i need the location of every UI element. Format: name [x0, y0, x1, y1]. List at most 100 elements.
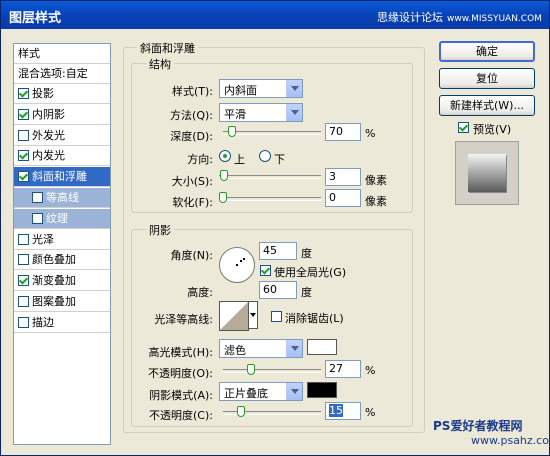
preview-checkbox[interactable] [458, 122, 469, 133]
direction-label: 方向: [187, 153, 213, 166]
angle-input[interactable]: 45 [259, 242, 297, 260]
style-checkbox[interactable] [32, 192, 43, 203]
method-label: 方法(Q): [170, 109, 213, 122]
ok-button[interactable]: 确定 [439, 41, 535, 62]
soften-input[interactable]: 0 [325, 189, 361, 207]
shadow-mode-value: 正片叠底 [224, 387, 268, 400]
style-list-item[interactable]: 内发光 [14, 146, 110, 167]
style-checkbox[interactable] [18, 108, 29, 120]
new-style-button[interactable]: 新建样式(W)... [439, 95, 535, 116]
highlight-opacity-thumb[interactable] [247, 364, 255, 375]
soften-unit: 像素 [365, 195, 387, 208]
size-label: 大小(S): [171, 175, 213, 188]
style-list-item-label: 外发光 [32, 128, 65, 142]
style-list-item-label: 斜面和浮雕 [32, 170, 87, 184]
style-list-header[interactable]: 样式 [14, 44, 110, 64]
method-select[interactable]: 平滑 [219, 103, 303, 122]
shading-title: 阴影 [146, 222, 174, 238]
blend-options-item[interactable]: 混合选项:自定 [14, 64, 110, 84]
global-light-checkbox[interactable] [260, 265, 271, 276]
style-checkbox[interactable] [18, 296, 29, 307]
antialias-checkbox[interactable] [271, 311, 282, 322]
shadow-opacity-value: 15 [329, 404, 343, 417]
gloss-contour-preview[interactable] [219, 301, 249, 331]
blend-options-label: 混合选项:自定 [18, 67, 88, 80]
size-input[interactable]: 3 [325, 168, 361, 186]
style-list-item-label: 图案叠加 [32, 295, 76, 308]
direction-down-radio[interactable] [259, 150, 271, 162]
shadow-opacity-thumb[interactable] [237, 406, 245, 417]
style-list-item-label: 内发光 [32, 149, 65, 163]
style-list-item-label: 投影 [32, 87, 54, 100]
direction-up-radio[interactable] [219, 150, 231, 162]
style-list-item[interactable]: 描边 [14, 313, 110, 333]
style-list-item-label: 渐变叠加 [32, 274, 76, 288]
chevron-down-icon [250, 313, 256, 317]
shadow-opacity-input[interactable]: 15 [325, 402, 361, 420]
style-list: 样式 混合选项:自定 投影内阴影外发光内发光斜面和浮雕等高线纹理 光泽 颜色叠加渐变… [13, 43, 111, 445]
highlight-color-swatch[interactable] [307, 339, 337, 355]
style-list-item[interactable]: 内阴影 [14, 105, 110, 125]
highlight-opacity-input[interactable]: 27 [325, 360, 361, 378]
shadow-color-swatch[interactable] [307, 382, 337, 398]
style-list-item[interactable]: 外发光 [14, 126, 110, 146]
style-checkbox[interactable] [18, 171, 29, 183]
size-thumb[interactable] [220, 170, 228, 181]
style-checkbox[interactable] [18, 254, 29, 266]
gloss-contour-dropdown[interactable] [248, 301, 258, 329]
style-list-item[interactable]: 等高线 [14, 188, 110, 208]
shadow-mode-label: 阴影模式(A): [149, 389, 213, 402]
bevel-style-select[interactable]: 内斜面 [219, 79, 303, 98]
style-list-item[interactable]: 渐变叠加 [14, 271, 110, 292]
watermark-text: 思缘设计论坛 www.MISSYUAN.COM [377, 9, 542, 25]
soften-slider[interactable] [219, 191, 321, 205]
style-checkbox[interactable] [32, 212, 43, 224]
depth-slider[interactable] [223, 125, 321, 139]
style-list-item[interactable]: 图案叠加 [14, 292, 110, 312]
altitude-input[interactable]: 60 [259, 281, 297, 299]
soften-thumb[interactable] [219, 192, 227, 203]
style-checkbox[interactable] [18, 316, 29, 328]
shadow-opacity-slider[interactable] [223, 405, 321, 419]
shadow-mode-select[interactable]: 正片叠底 [219, 382, 303, 401]
style-list-item-label: 等高线 [46, 191, 79, 204]
contour-curve-icon [220, 302, 248, 330]
depth-label: 深度(D): [170, 130, 213, 143]
watermark-name: 思缘设计论坛 [377, 11, 443, 24]
angle-dial[interactable] [219, 247, 255, 283]
highlight-mode-value: 滤色 [224, 344, 246, 357]
style-list-item-label: 内阴影 [32, 107, 65, 121]
global-light-label: 使用全局光(G) [274, 266, 347, 279]
style-list-item[interactable]: 颜色叠加 [14, 250, 110, 271]
reset-button[interactable]: 复位 [439, 68, 535, 89]
highlight-opacity-slider[interactable] [223, 363, 321, 377]
depth-unit: % [365, 127, 376, 140]
depth-thumb[interactable] [228, 126, 236, 137]
style-checkbox[interactable] [18, 88, 29, 99]
style-list-item[interactable]: 纹理 [14, 208, 110, 229]
style-list-item[interactable]: 斜面和浮雕 [14, 167, 110, 188]
preview-swatch [468, 154, 506, 192]
style-list-item-label: 描边 [32, 315, 54, 329]
title-bar: 图层样式 思缘设计论坛 www.MISSYUAN.COM [1, 1, 549, 29]
depth-input[interactable]: 70 [325, 123, 361, 141]
style-list-item[interactable]: 光泽 [14, 230, 110, 250]
style-checkbox[interactable] [18, 233, 29, 245]
highlight-opacity-unit: % [365, 364, 376, 377]
size-slider[interactable] [219, 169, 321, 183]
soften-label: 软化(F): [172, 196, 213, 209]
style-checkbox[interactable] [18, 150, 29, 162]
layer-style-dialog: 图层样式 思缘设计论坛 www.MISSYUAN.COM 样式 混合选项:自定 投… [0, 0, 550, 456]
shadow-opacity-label: 不透明度(C): [149, 409, 213, 422]
style-list-header-label: 样式 [18, 47, 40, 60]
bevel-emboss-title: 斜面和浮雕 [137, 40, 198, 56]
direction-down-label: 下 [274, 153, 285, 166]
footer-watermark-line2: www.psahz.com [471, 434, 550, 447]
antialias-label: 消除锯齿(L) [285, 312, 344, 325]
style-checkbox[interactable] [18, 129, 29, 141]
highlight-mode-select[interactable]: 滤色 [219, 339, 303, 358]
altitude-unit: 度 [301, 286, 312, 299]
direction-up-label: 上 [234, 153, 245, 166]
style-checkbox[interactable] [18, 275, 29, 287]
style-list-item[interactable]: 投影 [14, 84, 110, 104]
